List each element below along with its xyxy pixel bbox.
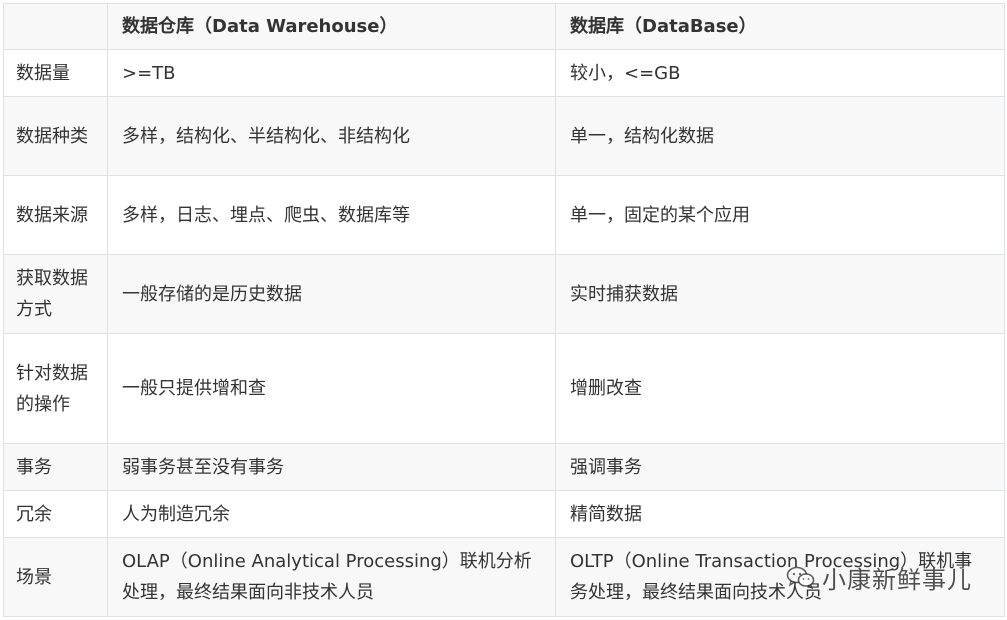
table-row: 冗余 人为制造冗余 精简数据 xyxy=(3,490,1005,538)
database-cell: 单一，结构化数据 xyxy=(555,96,1005,176)
table-row: 事务 弱事务甚至没有事务 强调事务 xyxy=(3,443,1005,491)
table-row: 数据来源 多样，日志、埋点、爬虫、数据库等 单一，固定的某个应用 xyxy=(3,175,1005,255)
header-data-warehouse: 数据仓库（Data Warehouse） xyxy=(107,3,556,50)
row-label: 数据种类 xyxy=(3,96,108,176)
database-cell: 较小，<=GB xyxy=(555,49,1005,97)
database-cell: 增删改查 xyxy=(555,333,1005,444)
database-cell: 精简数据 xyxy=(555,490,1005,538)
database-cell: 实时捕获数据 xyxy=(555,254,1005,334)
warehouse-cell: OLAP（Online Analytical Processing）联机分析处理… xyxy=(107,537,556,617)
warehouse-cell: 一般只提供增和查 xyxy=(107,333,556,444)
table-row: 数据种类 多样，结构化、半结构化、非结构化 单一，结构化数据 xyxy=(3,96,1005,176)
warehouse-cell: 多样，结构化、半结构化、非结构化 xyxy=(107,96,556,176)
warehouse-cell: 多样，日志、埋点、爬虫、数据库等 xyxy=(107,175,556,255)
warehouse-cell: 一般存储的是历史数据 xyxy=(107,254,556,334)
warehouse-cell: 弱事务甚至没有事务 xyxy=(107,443,556,491)
watermark: 小康新鲜事儿 xyxy=(786,560,972,594)
row-label: 场景 xyxy=(3,537,108,617)
wechat-icon xyxy=(786,566,815,589)
row-label: 数据量 xyxy=(3,49,108,97)
table-row: 针对数据的操作 一般只提供增和查 增删改查 xyxy=(3,333,1005,444)
warehouse-cell: 人为制造冗余 xyxy=(107,490,556,538)
header-database: 数据库（DataBase） xyxy=(555,3,1005,50)
row-label: 数据来源 xyxy=(3,175,108,255)
row-label: 冗余 xyxy=(3,490,108,538)
header-row: 数据仓库（Data Warehouse） 数据库（DataBase） xyxy=(3,3,1005,50)
header-empty-cell xyxy=(3,3,108,50)
watermark-text: 小康新鲜事儿 xyxy=(822,565,972,594)
database-cell: 强调事务 xyxy=(555,443,1005,491)
table-row: 获取数据方式 一般存储的是历史数据 实时捕获数据 xyxy=(3,254,1005,334)
comparison-table: 数据仓库（Data Warehouse） 数据库（DataBase） 数据量 >… xyxy=(3,3,1005,617)
row-label: 获取数据方式 xyxy=(3,254,108,334)
table-row: 数据量 >=TB 较小，<=GB xyxy=(3,49,1005,97)
row-label: 针对数据的操作 xyxy=(3,333,108,444)
row-label: 事务 xyxy=(3,443,108,491)
warehouse-cell: >=TB xyxy=(107,49,556,97)
database-cell: 单一，固定的某个应用 xyxy=(555,175,1005,255)
